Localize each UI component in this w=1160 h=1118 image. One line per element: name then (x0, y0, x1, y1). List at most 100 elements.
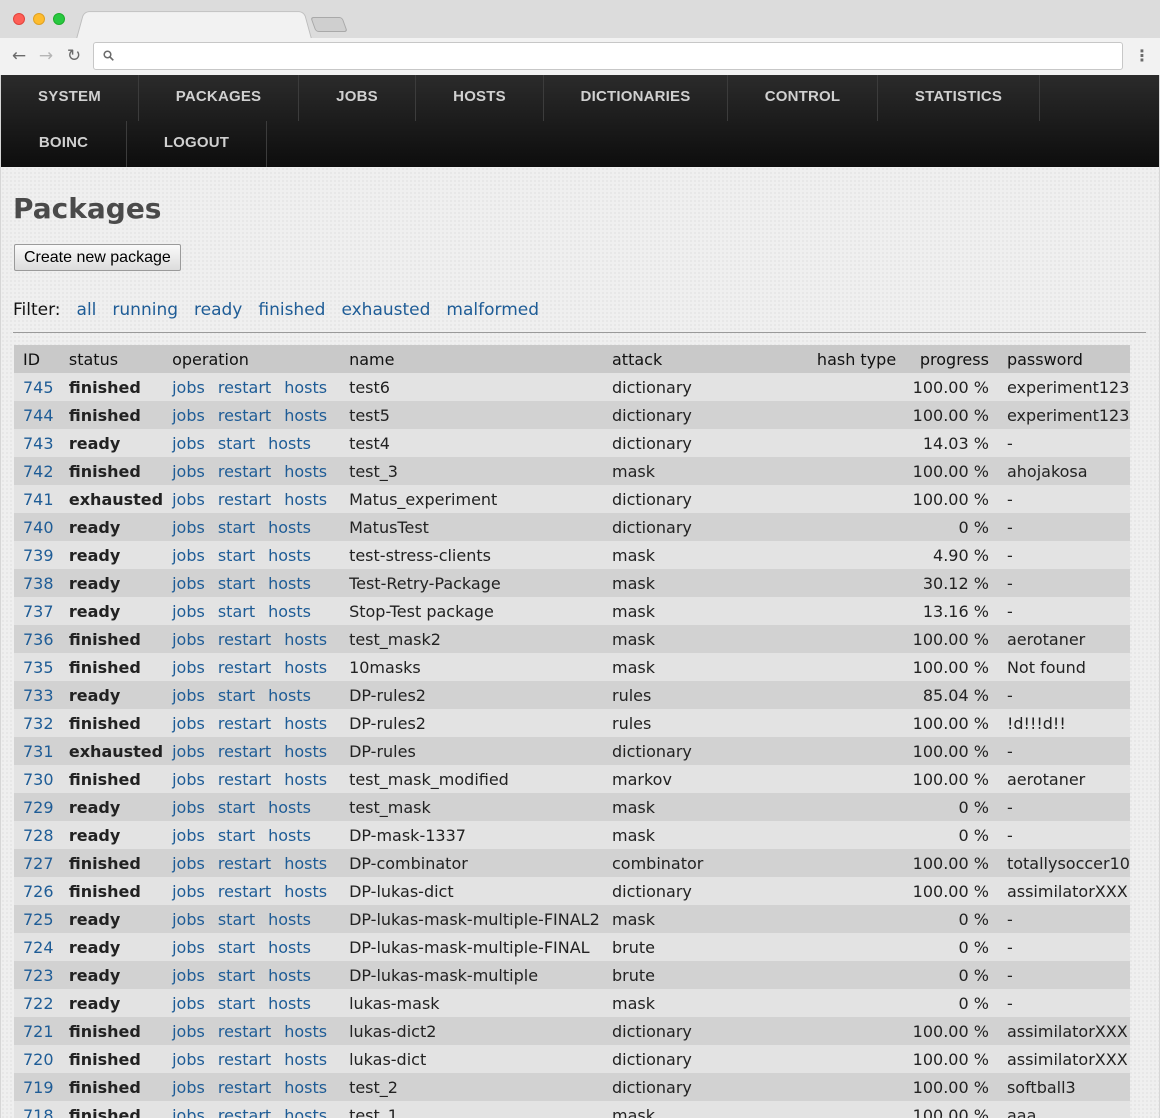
filter-all[interactable]: all (77, 300, 97, 320)
package-id-link[interactable]: 735 (23, 658, 54, 677)
start-link[interactable]: start (218, 826, 255, 845)
hosts-link[interactable]: hosts (284, 406, 327, 425)
jobs-link[interactable]: jobs (172, 378, 205, 397)
jobs-link[interactable]: jobs (172, 938, 205, 957)
restart-link[interactable]: restart (218, 1022, 271, 1041)
package-id-link[interactable]: 742 (23, 462, 54, 481)
start-link[interactable]: start (218, 686, 255, 705)
start-link[interactable]: start (218, 938, 255, 957)
package-id-link[interactable]: 730 (23, 770, 54, 789)
start-link[interactable]: start (218, 434, 255, 453)
package-id-link[interactable]: 725 (23, 910, 54, 929)
jobs-link[interactable]: jobs (172, 406, 205, 425)
hosts-link[interactable]: hosts (284, 882, 327, 901)
hosts-link[interactable]: hosts (284, 1078, 327, 1097)
minimize-window-icon[interactable] (33, 13, 45, 25)
jobs-link[interactable]: jobs (172, 966, 205, 985)
hosts-link[interactable]: hosts (284, 658, 327, 677)
nav-item-jobs[interactable]: JOBS (299, 75, 416, 121)
hosts-link[interactable]: hosts (268, 994, 311, 1013)
package-id-link[interactable]: 724 (23, 938, 54, 957)
jobs-link[interactable]: jobs (172, 1022, 205, 1041)
jobs-link[interactable]: jobs (172, 518, 205, 537)
package-id-link[interactable]: 720 (23, 1050, 54, 1069)
hosts-link[interactable]: hosts (268, 602, 311, 621)
package-id-link[interactable]: 739 (23, 546, 54, 565)
restart-link[interactable]: restart (218, 490, 271, 509)
nav-item-system[interactable]: SYSTEM (1, 75, 139, 121)
hosts-link[interactable]: hosts (268, 798, 311, 817)
jobs-link[interactable]: jobs (172, 490, 205, 509)
jobs-link[interactable]: jobs (172, 798, 205, 817)
start-link[interactable]: start (218, 602, 255, 621)
jobs-link[interactable]: jobs (172, 770, 205, 789)
hosts-link[interactable]: hosts (268, 434, 311, 453)
hosts-link[interactable]: hosts (284, 378, 327, 397)
start-link[interactable]: start (218, 994, 255, 1013)
hosts-link[interactable]: hosts (268, 826, 311, 845)
start-link[interactable]: start (218, 546, 255, 565)
package-id-link[interactable]: 743 (23, 434, 54, 453)
maximize-window-icon[interactable] (53, 13, 65, 25)
hosts-link[interactable]: hosts (284, 1050, 327, 1069)
hosts-link[interactable]: hosts (284, 742, 327, 761)
jobs-link[interactable]: jobs (172, 1078, 205, 1097)
start-link[interactable]: start (218, 574, 255, 593)
jobs-link[interactable]: jobs (172, 882, 205, 901)
browser-tab[interactable] (76, 11, 312, 39)
jobs-link[interactable]: jobs (172, 434, 205, 453)
package-id-link[interactable]: 731 (23, 742, 54, 761)
hosts-link[interactable]: hosts (268, 518, 311, 537)
restart-link[interactable]: restart (218, 406, 271, 425)
jobs-link[interactable]: jobs (172, 742, 205, 761)
close-window-icon[interactable] (13, 13, 25, 25)
reload-icon[interactable]: ↻ (63, 45, 85, 67)
package-id-link[interactable]: 721 (23, 1022, 54, 1041)
package-id-link[interactable]: 745 (23, 378, 54, 397)
hosts-link[interactable]: hosts (284, 854, 327, 873)
nav-item-packages[interactable]: PACKAGES (139, 75, 299, 121)
hosts-link[interactable]: hosts (268, 966, 311, 985)
jobs-link[interactable]: jobs (172, 602, 205, 621)
restart-link[interactable]: restart (218, 378, 271, 397)
restart-link[interactable]: restart (218, 1078, 271, 1097)
jobs-link[interactable]: jobs (172, 910, 205, 929)
nav-item-statistics[interactable]: STATISTICS (878, 75, 1040, 121)
hosts-link[interactable]: hosts (284, 490, 327, 509)
jobs-link[interactable]: jobs (172, 546, 205, 565)
package-id-link[interactable]: 737 (23, 602, 54, 621)
package-id-link[interactable]: 718 (23, 1106, 54, 1118)
hosts-link[interactable]: hosts (284, 630, 327, 649)
filter-malformed[interactable]: malformed (446, 300, 539, 320)
start-link[interactable]: start (218, 966, 255, 985)
jobs-link[interactable]: jobs (172, 658, 205, 677)
nav-item-boinc[interactable]: BOINC (1, 121, 127, 167)
new-tab-button[interactable] (310, 17, 348, 32)
jobs-link[interactable]: jobs (172, 994, 205, 1013)
package-id-link[interactable]: 729 (23, 798, 54, 817)
start-link[interactable]: start (218, 798, 255, 817)
restart-link[interactable]: restart (218, 630, 271, 649)
package-id-link[interactable]: 736 (23, 630, 54, 649)
nav-item-control[interactable]: CONTROL (728, 75, 878, 121)
hosts-link[interactable]: hosts (268, 686, 311, 705)
hosts-link[interactable]: hosts (268, 938, 311, 957)
package-id-link[interactable]: 723 (23, 966, 54, 985)
hosts-link[interactable]: hosts (268, 546, 311, 565)
address-bar[interactable] (93, 42, 1123, 70)
package-id-link[interactable]: 722 (23, 994, 54, 1013)
package-id-link[interactable]: 719 (23, 1078, 54, 1097)
package-id-link[interactable]: 727 (23, 854, 54, 873)
restart-link[interactable]: restart (218, 658, 271, 677)
filter-finished[interactable]: finished (258, 300, 325, 320)
hosts-link[interactable]: hosts (284, 1022, 327, 1041)
jobs-link[interactable]: jobs (172, 686, 205, 705)
restart-link[interactable]: restart (218, 770, 271, 789)
forward-arrow-icon[interactable]: → (35, 45, 57, 67)
nav-item-dictionaries[interactable]: DICTIONARIES (544, 75, 728, 121)
jobs-link[interactable]: jobs (172, 1106, 205, 1118)
hosts-link[interactable]: hosts (284, 1106, 327, 1118)
nav-item-logout[interactable]: LOGOUT (127, 121, 267, 167)
filter-ready[interactable]: ready (194, 300, 242, 320)
package-id-link[interactable]: 733 (23, 686, 54, 705)
